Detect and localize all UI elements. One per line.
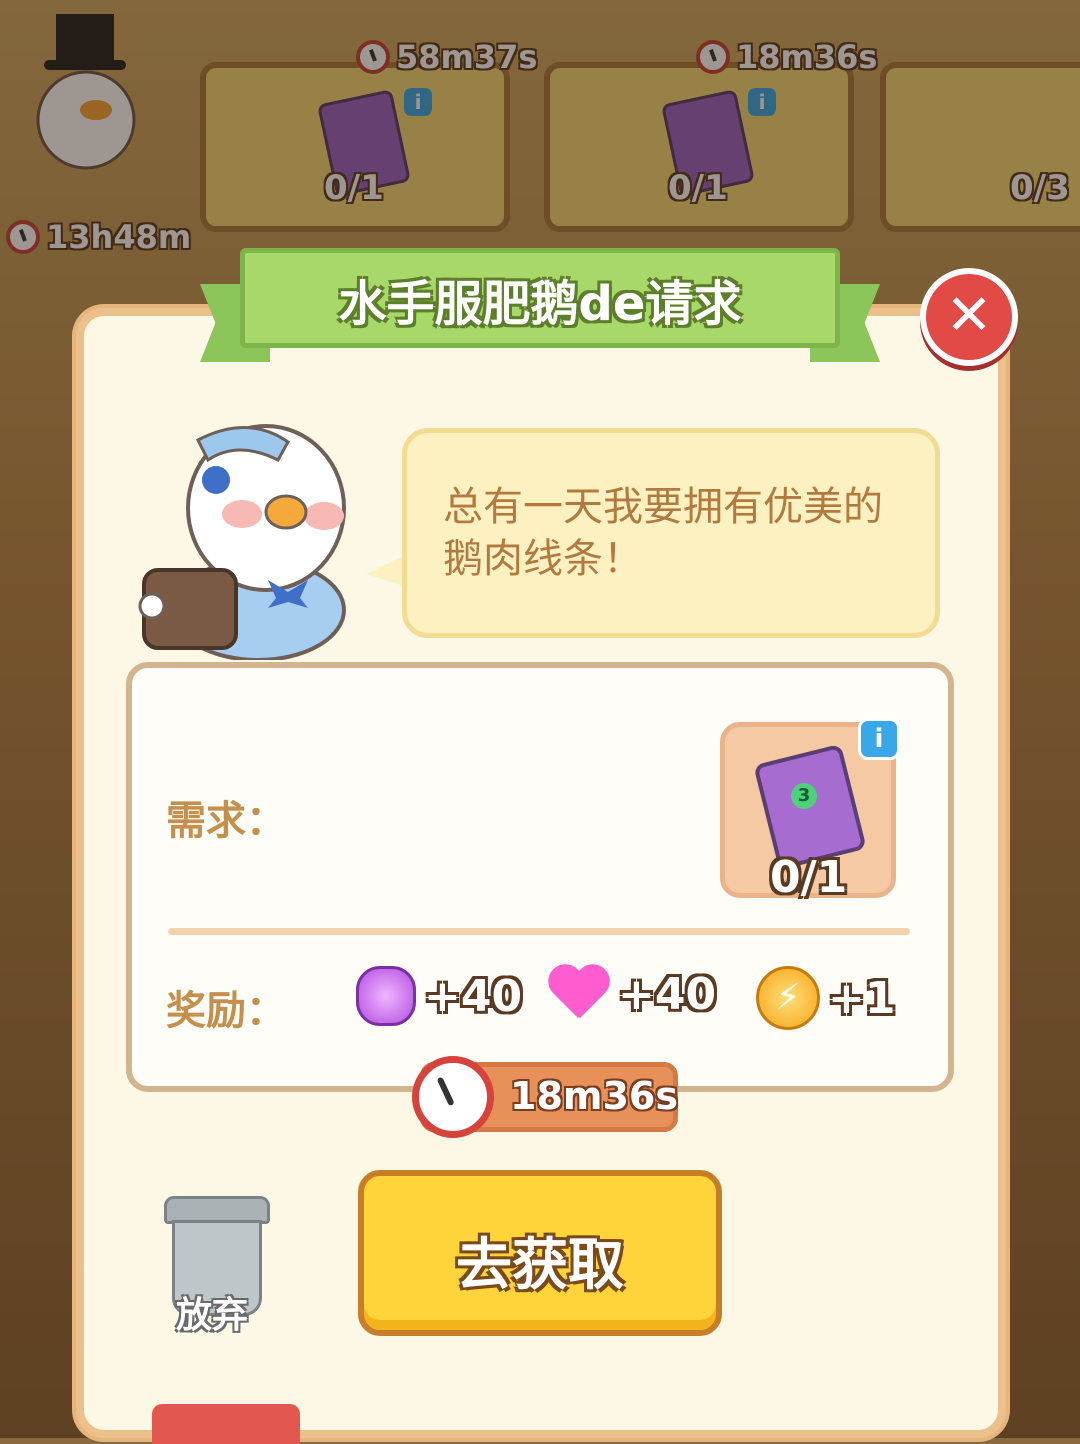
dialog-title: 水手服肥鹅de请求 [338, 276, 742, 332]
reward-label: 奖励： [166, 988, 286, 1034]
divider [168, 928, 910, 935]
reward-energy: ⚡ +1 [756, 966, 895, 1030]
gem-icon [356, 966, 416, 1026]
reward-gem: +40 [356, 966, 522, 1026]
energy-icon: ⚡ [756, 966, 820, 1030]
abandon-label[interactable]: 放弃 [176, 1286, 248, 1338]
info-button[interactable]: i [858, 718, 900, 760]
close-icon: ✕ [945, 283, 993, 348]
go-get-button[interactable]: 去获取 [358, 1170, 722, 1336]
clock-icon [412, 1056, 494, 1138]
close-button[interactable]: ✕ [920, 268, 1018, 366]
go-get-label: 去获取 [456, 1233, 624, 1298]
heart-icon [546, 966, 610, 1022]
reward-heart: +40 [546, 966, 716, 1022]
title-ribbon: 水手服肥鹅de请求 [200, 244, 880, 362]
speech-bubble: 总有一天我要拥有优美的鹅肉线条！ [402, 428, 940, 638]
needed-item-count: 0/1 [770, 852, 848, 903]
request-timer: 18m36s [510, 1074, 678, 1118]
bottom-tab[interactable] [152, 1404, 300, 1444]
need-label: 需求： [166, 798, 286, 844]
info-icon: i [874, 724, 884, 754]
sailor-goose-illustration [138, 420, 358, 662]
speech-text: 总有一天我要拥有优美的鹅肉线条！ [443, 484, 883, 582]
book-level-badge: 3 [791, 783, 817, 809]
